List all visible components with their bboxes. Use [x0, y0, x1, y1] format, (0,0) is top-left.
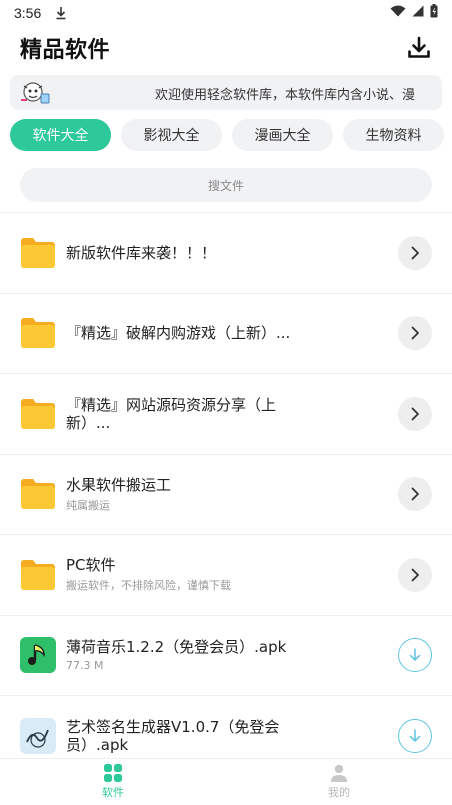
list-item[interactable]: 艺术签名生成器V1.0.7（免登会员）.apk [0, 696, 452, 758]
nav-label: 软件 [102, 786, 124, 799]
item-title: 薄荷音乐1.2.2（免登会员）.apk [66, 638, 287, 657]
open-button[interactable] [398, 316, 432, 351]
list-item[interactable]: 薄荷音乐1.2.2（免登会员）.apk 77.3 M [0, 616, 452, 696]
search-input[interactable]: 搜文件 [20, 168, 432, 202]
item-title: 『精选』破解内购游戏（上新）... [66, 324, 291, 343]
download-arrow-icon [409, 648, 421, 661]
search-placeholder: 搜文件 [207, 178, 244, 193]
grid-icon [104, 764, 122, 782]
download-icon [408, 36, 430, 58]
notice-text: 欢迎使用轻念软件库，本软件库内含小说、漫 [155, 88, 416, 103]
download-arrow-icon [409, 729, 421, 742]
open-button[interactable] [398, 396, 432, 431]
item-subtitle: 搬运软件，不排除风险，谨慎下载 [66, 579, 231, 593]
chevron-right-icon [411, 246, 419, 260]
item-title: PC软件 [66, 556, 116, 575]
status-bar: 3:56 [0, 0, 452, 26]
battery-icon [430, 4, 438, 22]
download-button[interactable] [404, 33, 434, 63]
folder-icon [20, 557, 56, 593]
download-button[interactable] [398, 638, 432, 673]
chevron-right-icon [411, 568, 419, 582]
item-title: 水果软件搬运工 [66, 475, 172, 494]
tab-software[interactable]: 软件大全 [10, 119, 111, 151]
wifi-icon [390, 5, 406, 21]
item-title: 新版软件库来袭！！！ [66, 243, 217, 262]
page-title: 精品软件 [20, 38, 111, 63]
item-size: 77.3 M [66, 659, 104, 673]
tab-comics[interactable]: 漫画大全 [232, 119, 333, 151]
signature-app-icon [20, 717, 56, 754]
folder-icon [20, 315, 56, 351]
cartoon-avatar-icon [20, 80, 50, 106]
download-button[interactable] [398, 718, 432, 753]
file-list: 新版软件库来袭！！！ 『精选』破解内购游戏（上新）... 『精选』网站源码资源分… [0, 212, 452, 758]
open-button[interactable] [398, 235, 432, 270]
user-icon [331, 764, 347, 782]
list-item[interactable]: 水果软件搬运工 纯属搬运 [0, 455, 452, 535]
folder-icon [20, 476, 56, 512]
nav-label: 我的 [328, 786, 350, 799]
list-item[interactable]: 『精选』破解内购游戏（上新）... [0, 294, 452, 374]
chevron-right-icon [411, 326, 419, 340]
folder-icon [20, 396, 56, 432]
bottom-nav: 软件 我的 [0, 758, 452, 805]
folder-icon [20, 235, 56, 271]
item-title: 『精选』网站源码资源分享（上新）... [66, 395, 277, 432]
music-app-icon [20, 637, 56, 674]
notice-banner[interactable]: 欢迎使用轻念软件库，本软件库内含小说、漫 [10, 75, 442, 110]
list-item[interactable]: 『精选』网站源码资源分享（上新）... [0, 374, 452, 455]
status-time: 3:56 [14, 5, 42, 21]
chevron-right-icon [411, 407, 419, 421]
list-item[interactable]: PC软件 搬运软件，不排除风险，谨慎下载 [0, 535, 452, 616]
nav-mine[interactable]: 我的 [226, 759, 452, 805]
tab-movies[interactable]: 影视大全 [121, 119, 222, 151]
nav-software[interactable]: 软件 [0, 759, 226, 805]
chevron-right-icon [411, 487, 419, 501]
signal-icon [412, 5, 424, 21]
open-button[interactable] [398, 477, 432, 512]
category-tabs: 软件大全 影视大全 漫画大全 生物资料 [10, 119, 452, 151]
download-notification-icon [55, 6, 67, 20]
tab-biology[interactable]: 生物资料 [343, 119, 444, 151]
item-title: 艺术签名生成器V1.0.7（免登会员）.apk [66, 717, 280, 754]
app-header: 精品软件 [0, 26, 452, 70]
list-item[interactable]: 新版软件库来袭！！！ [0, 213, 452, 294]
item-subtitle: 纯属搬运 [66, 498, 110, 512]
open-button[interactable] [398, 557, 432, 592]
